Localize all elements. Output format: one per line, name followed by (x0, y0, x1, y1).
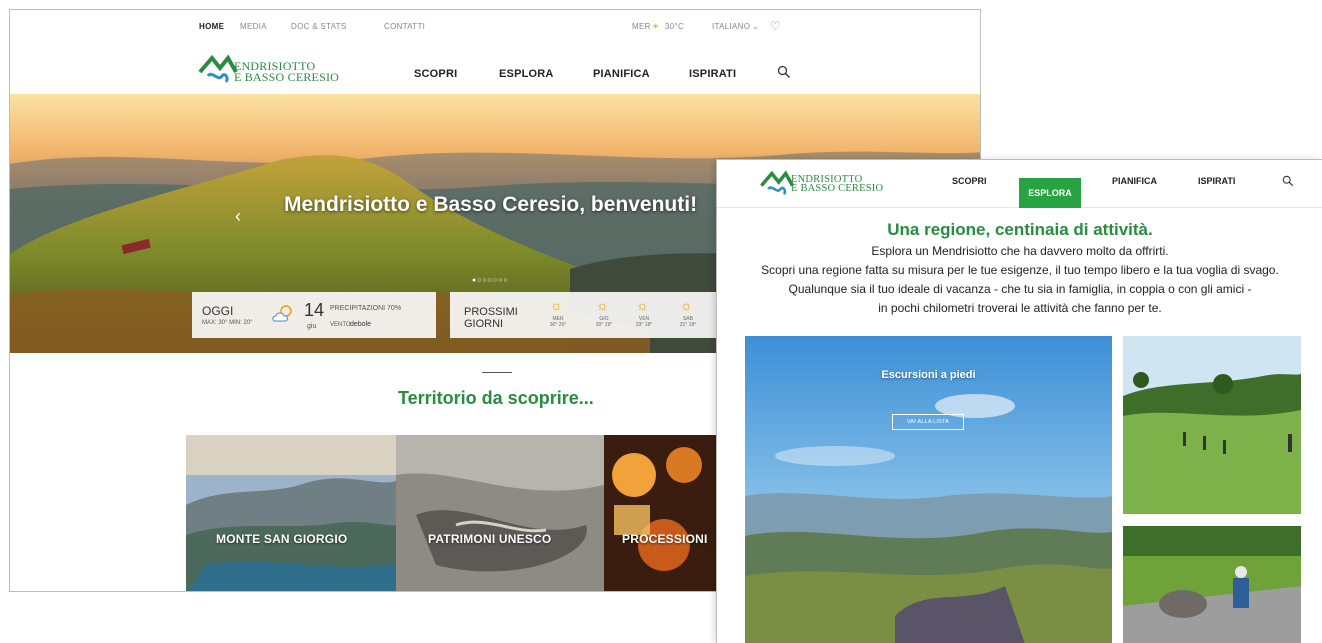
weather-next-days-box: PROSSIMI GIORNI ☼ MER 30° 20° ☼ GIO 30° 19… (450, 292, 740, 338)
tile-label: MONTE SAN GIORGIO (216, 532, 348, 546)
intro-line: Scopri una regione fatta su misura per l… (761, 263, 1279, 277)
forecast-day: GIO 30° 19° (595, 316, 613, 328)
logo-line-2: E BASSO CERESIO (234, 70, 340, 84)
search-icon[interactable] (777, 65, 791, 79)
next-days-label-1: PROSSIMI (464, 306, 518, 318)
language-select[interactable]: ITALIANO (712, 22, 750, 31)
section-divider (482, 372, 512, 373)
today-label: OGGI (202, 304, 234, 318)
nav-esplora[interactable]: ESPLORA (499, 68, 554, 80)
chevron-down-icon[interactable]: ⌄ (752, 22, 759, 31)
weather-day: MER (632, 22, 651, 31)
hero-title: Mendrisiotto e Basso Ceresio, benvenuti! (284, 193, 698, 216)
weather-temp: 30°C (665, 22, 685, 31)
forecast-day: MER 30° 20° (549, 316, 567, 328)
heart-icon[interactable]: ♡ (770, 19, 781, 33)
logo-line-2: E BASSO CERESIO (791, 183, 884, 194)
today-precip: PRECIPITAZIONI 70% (330, 305, 402, 312)
page-title: Una regione, centinaia di attività. (887, 220, 1153, 239)
next-days-label-2: GIORNI (464, 318, 504, 330)
nav-scopri[interactable]: SCOPRI (952, 176, 987, 186)
main-navigation: ENDRISIOTTO E BASSO CERESIO SCOPRI ESPLO… (10, 42, 980, 94)
sun-icon: ☼ (680, 297, 693, 313)
main-navigation: ENDRISIOTTO E BASSO CERESIO SCOPRI ESPLO… (717, 160, 1322, 208)
nav-ispirati[interactable]: ISPIRATI (689, 68, 736, 80)
logo-icon (198, 54, 238, 83)
carousel-dots[interactable]: ●○○○○○○ (472, 277, 509, 284)
card-image (1123, 336, 1301, 514)
nav-ispirati[interactable]: ISPIRATI (1198, 176, 1235, 186)
topnav-doc-stats[interactable]: DOC & STATS (291, 22, 346, 31)
weather-today-box: OGGI MAX: 30° MIN: 20° 14 giu PRECIPITAZ… (192, 292, 436, 338)
hiking-group-card[interactable] (1123, 336, 1301, 514)
tile-label: PROCESSIONI (622, 532, 708, 546)
topnav-media[interactable]: MEDIA (240, 22, 267, 31)
tile-image (396, 435, 604, 591)
logo-icon (760, 170, 795, 196)
tile-patrimoni-unesco[interactable]: PATRIMONI UNESCO (396, 435, 604, 591)
topnav-home[interactable]: HOME (199, 22, 224, 31)
today-day: 14 (304, 300, 325, 320)
donkey-trail-card[interactable] (1123, 526, 1301, 643)
card-title: Escursioni a piedi (881, 369, 976, 381)
card-image (745, 336, 1112, 643)
section-title: Territorio da scoprire... (398, 388, 594, 408)
sun-icon: ☼ (636, 297, 649, 313)
tile-image (604, 435, 724, 591)
topnav-contatti[interactable]: CONTATTI (384, 22, 425, 31)
nav-scopri[interactable]: SCOPRI (414, 68, 457, 80)
esplora-page-window: ENDRISIOTTO E BASSO CERESIO SCOPRI ESPLO… (716, 159, 1322, 643)
sun-cloud-icon (272, 305, 292, 322)
site-logo[interactable]: ENDRISIOTTO E BASSO CERESIO (759, 170, 889, 196)
top-utility-bar: HOME MEDIA DOC & STATS CONTATTI MER ☀ 30… (10, 10, 980, 42)
tile-processioni[interactable]: PROCESSIONI (604, 435, 724, 591)
nav-esplora-active[interactable]: ESPLORA (1019, 178, 1081, 208)
sun-icon: ☼ (596, 297, 609, 313)
intro-line: in pochi chilometri troverai le attività… (878, 301, 1162, 315)
tile-label: PATRIMONI UNESCO (428, 532, 552, 546)
card-image (1123, 526, 1301, 643)
nav-pianifica[interactable]: PIANIFICA (1112, 176, 1157, 186)
today-minmax: MAX: 30° MIN: 20° (202, 320, 253, 326)
today-wind-label: VENTO (330, 322, 351, 328)
search-icon[interactable] (1282, 175, 1294, 187)
vai-alla-lista-button[interactable]: VAI ALLA LISTA (892, 414, 964, 430)
tile-image (186, 435, 396, 591)
sun-cloud-icon: ☀ (652, 22, 660, 31)
intro-line: Esplora un Mendrisiotto che ha davvero m… (871, 244, 1169, 258)
intro-line: Qualunque sia il tuo ideale di vacanza -… (788, 282, 1252, 296)
site-logo[interactable]: ENDRISIOTTO E BASSO CERESIO (198, 54, 348, 84)
forecast-day: SAB 31° 18° (679, 316, 697, 328)
chevron-left-icon[interactable]: ‹ (235, 206, 241, 227)
tile-monte-san-giorgio[interactable]: MONTE SAN GIORGIO (186, 435, 396, 591)
today-month: giu (307, 323, 317, 330)
today-wind-value: debole (350, 321, 372, 328)
nav-pianifica[interactable]: PIANIFICA (593, 68, 650, 80)
escursioni-card[interactable]: Escursioni a piedi VAI ALLA LISTA (745, 336, 1112, 643)
sun-icon: ☼ (550, 297, 563, 313)
forecast-day: VEN 33° 18° (635, 316, 653, 328)
